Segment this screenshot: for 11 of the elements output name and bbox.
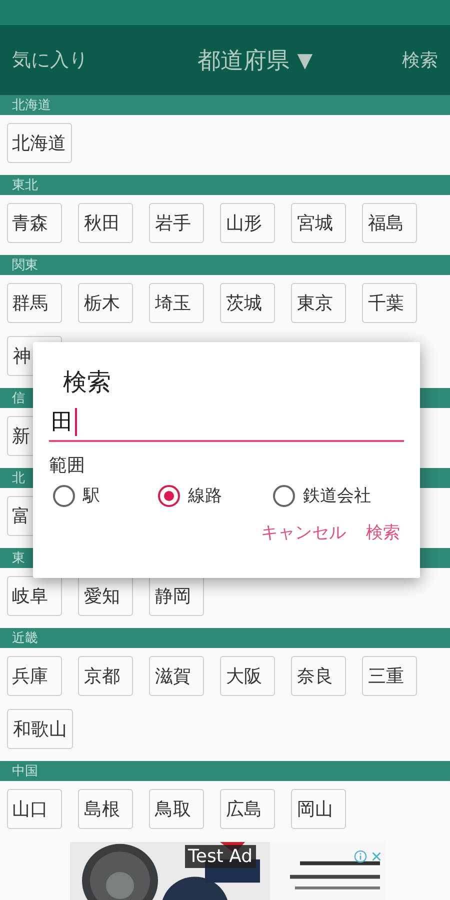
dialog-title: 検索: [63, 367, 112, 398]
region-title: 近畿: [12, 630, 38, 646]
region-title: 信: [12, 390, 25, 406]
region-title: 北: [12, 470, 25, 486]
region-title: 東: [12, 550, 25, 566]
ad-label: Test Ad: [185, 845, 256, 868]
region-title: 中国: [12, 762, 38, 780]
region-title: 北海道: [12, 96, 51, 114]
range-label: 範囲: [49, 454, 86, 478]
region-title: 関東: [12, 256, 38, 274]
region-title: 東北: [12, 176, 38, 194]
